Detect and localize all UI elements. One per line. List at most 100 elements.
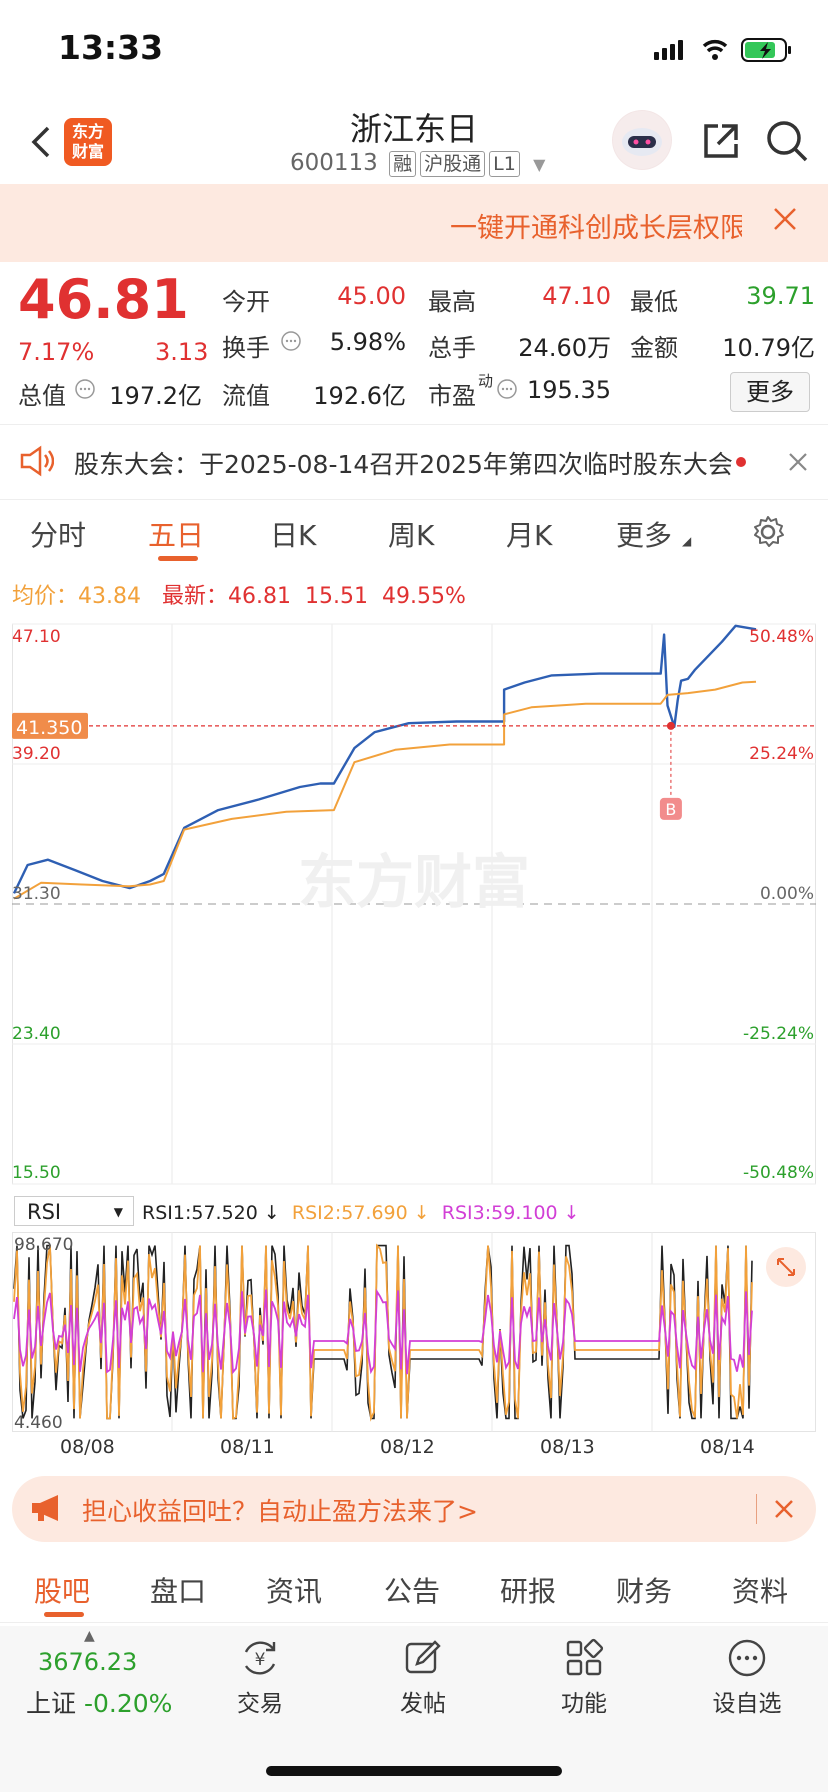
rsi-min-label: 4.460 xyxy=(14,1413,63,1432)
tag-level: L1 xyxy=(489,151,520,177)
info-icon[interactable] xyxy=(496,378,518,400)
latest-label: 最新： xyxy=(161,584,228,609)
watermark: 东方财富 xyxy=(298,848,530,916)
dock-add-watchlist-label: 设自选 xyxy=(712,1691,782,1717)
dock-post-label: 发帖 xyxy=(400,1691,446,1717)
tab-intraday[interactable]: 分时 xyxy=(30,514,86,554)
gear-icon[interactable] xyxy=(750,514,786,550)
banner-text: 一键开通科创成长层权限 xyxy=(450,213,742,244)
field-label: 换手 xyxy=(222,334,270,362)
field-label: 最低 xyxy=(630,288,678,316)
close-icon[interactable] xyxy=(774,1499,794,1519)
field-value: 10.79亿 xyxy=(722,334,815,362)
avg-value: 43.84 xyxy=(78,584,141,609)
indicator-header: RSI ▼ RSI1:57.520 ↓ RSI2:57.690 ↓ RSI3:59.… xyxy=(14,1196,814,1230)
search-icon[interactable] xyxy=(764,118,810,164)
stock-code: 600113 xyxy=(290,150,378,176)
field-value: 39.71 xyxy=(746,282,815,310)
trade-icon: ¥ xyxy=(244,1641,276,1675)
svg-text:¥: ¥ xyxy=(255,1650,266,1670)
marker-dot xyxy=(666,721,675,730)
share-icon[interactable] xyxy=(700,120,742,162)
five-day-price-chart[interactable]: 东方财富 B 41.350 47.10 39.20 31.30 23.40 15.50 50.4… xyxy=(12,616,816,1192)
content-tabs: 股吧 盘口 资讯 公告 研报 财务 资料 xyxy=(0,1552,828,1623)
tab-finance[interactable]: 财务 xyxy=(616,1570,672,1610)
field-value: 45.00 xyxy=(337,282,406,310)
x-tick-date: 08/08 xyxy=(60,1436,115,1458)
caret-up-icon: ▲ xyxy=(84,1628,95,1644)
promo-tip-bar[interactable]: 担心收益回吐？自动止盈方法来了> xyxy=(12,1476,816,1542)
index-value[interactable]: 3676.23 xyxy=(38,1648,137,1676)
crosshair-label: 41.350 xyxy=(16,717,82,739)
tab-indicator xyxy=(44,1612,84,1617)
y-tick-right: 50.48% xyxy=(749,627,814,647)
y-tick-left: 39.20 xyxy=(12,744,61,764)
current-price: 46.81 xyxy=(18,268,189,331)
field-label: 市盈 xyxy=(428,382,476,410)
more-button[interactable]: 更多 xyxy=(730,372,810,412)
nav-bar: 东方财富 浙江东日 600113 融沪股通 L1 ▼ xyxy=(0,100,828,184)
rsi2-line xyxy=(13,1243,753,1422)
x-tick-date: 08/14 xyxy=(700,1436,755,1458)
rsi-max-label: 98.670 xyxy=(14,1235,73,1255)
rsi1-line xyxy=(13,1244,753,1420)
edit-icon xyxy=(405,1640,441,1674)
index-line[interactable]: 上证 -0.20% xyxy=(26,1684,172,1720)
info-icon[interactable] xyxy=(280,330,302,352)
field-value: 197.2亿 xyxy=(109,382,202,410)
field-label: 流值 xyxy=(222,382,270,410)
tab-news[interactable]: 资讯 xyxy=(266,1570,322,1610)
dock-add-watchlist[interactable]: 设自选 xyxy=(692,1638,802,1718)
y-tick-left: 47.10 xyxy=(12,627,61,647)
tab-indicator xyxy=(158,556,198,561)
close-icon[interactable] xyxy=(772,206,798,232)
status-bar: 13:33 xyxy=(0,0,828,100)
tab-orderbook[interactable]: 盘口 xyxy=(150,1570,206,1610)
field-label-sup: 动 xyxy=(478,372,494,390)
tab-five-day[interactable]: 五日 xyxy=(148,514,204,554)
rsi-chart[interactable]: 98.670 4.460 xyxy=(12,1232,816,1432)
y-tick-right: -50.48% xyxy=(743,1163,814,1183)
status-icons xyxy=(654,38,791,62)
field-value: 47.10 xyxy=(542,282,611,310)
dock-trade-label: 交易 xyxy=(237,1691,283,1717)
promo-text: 担心收益回吐？自动止盈方法来了> xyxy=(82,1497,478,1526)
tab-monthly-k[interactable]: 月K xyxy=(506,514,552,554)
date-axis: 08/08 08/11 08/12 08/13 08/14 xyxy=(12,1434,816,1464)
dock-functions[interactable]: 功能 xyxy=(529,1638,639,1718)
tab-profile[interactable]: 资料 xyxy=(732,1570,788,1610)
close-icon[interactable] xyxy=(788,452,808,472)
tab-more[interactable]: 更多 xyxy=(616,514,672,554)
y-tick-right: 25.24% xyxy=(749,744,814,764)
dock-post[interactable]: 发帖 xyxy=(368,1638,478,1718)
announcement-text: 股东大会：于2025-08-14召开2025年第四次临时股东大会 xyxy=(74,450,733,479)
x-tick-date: 08/13 xyxy=(540,1436,595,1458)
status-time: 13:33 xyxy=(58,28,164,67)
tab-daily-k[interactable]: 日K xyxy=(270,514,316,554)
expand-icon[interactable] xyxy=(766,1247,806,1287)
field-value: 192.6亿 xyxy=(313,382,406,410)
y-tick-left: 23.40 xyxy=(12,1024,61,1044)
announcement-bar[interactable]: 股东大会：于2025-08-14召开2025年第四次临时股东大会 xyxy=(0,424,828,500)
tab-forum[interactable]: 股吧 xyxy=(34,1570,90,1610)
stock-code-line[interactable]: 600113 融沪股通 L1 ▼ xyxy=(290,150,545,177)
tab-announcements[interactable]: 公告 xyxy=(384,1570,440,1610)
info-icon[interactable] xyxy=(74,378,96,400)
y-tick-right: -25.24% xyxy=(743,1024,814,1044)
promo-banner[interactable]: 一键开通科创成长层权限 xyxy=(0,184,828,262)
tab-research[interactable]: 研报 xyxy=(500,1570,556,1610)
indicator-select[interactable]: RSI ▼ xyxy=(14,1196,134,1226)
dock-trade[interactable]: ¥ 交易 xyxy=(205,1638,315,1718)
avg-label: 均价： xyxy=(12,584,79,609)
field-label: 最高 xyxy=(428,288,476,316)
tab-weekly-k[interactable]: 周K xyxy=(388,514,434,554)
rsi3-value: RSI3:59.100 ↓ xyxy=(441,1202,580,1224)
robot-assistant-icon[interactable] xyxy=(612,110,672,170)
chart-info-bar: 均价：43.84 最新：46.81 15.51 49.55% xyxy=(12,578,466,610)
change-amount: 3.13 xyxy=(155,338,209,366)
home-indicator xyxy=(266,1766,562,1776)
rsi1-value: RSI1:57.520 ↓ xyxy=(142,1202,280,1224)
x-tick-date: 08/12 xyxy=(380,1436,435,1458)
field-label: 总手 xyxy=(428,334,476,362)
field-value: 24.60万 xyxy=(518,334,611,362)
